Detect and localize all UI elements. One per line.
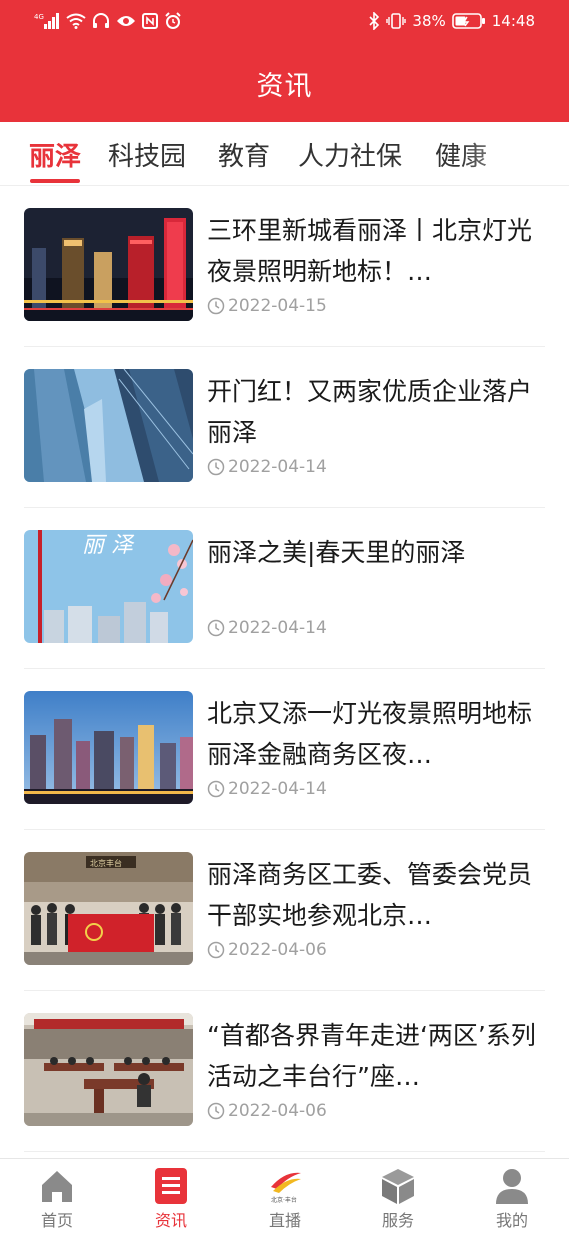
signal-icon: 4G xyxy=(34,12,60,30)
nfc-icon xyxy=(142,12,158,30)
category-tabs: 丽泽 科技园 教育 人力社保 健康 xyxy=(0,122,569,186)
nav-service-label: 服务 xyxy=(381,1211,414,1230)
nav-live[interactable]: 北京·丰台 直播 xyxy=(245,1167,325,1231)
eye-icon xyxy=(116,12,136,30)
cube-icon xyxy=(382,1169,414,1204)
city-dusk-icon xyxy=(24,691,193,804)
battery-percent: 38% xyxy=(412,12,446,30)
news-item[interactable]: 三环里新城看丽泽丨北京灯光夜景照明新地标！… 2022-04-15 xyxy=(24,186,545,347)
glass-towers-icon xyxy=(24,369,193,482)
news-item[interactable]: 开门红！又两家优质企业落户丽泽 2022-04-14 xyxy=(24,347,545,508)
page-title: 资讯 xyxy=(256,71,313,102)
home-icon xyxy=(42,1171,72,1202)
news-date: 2022-04-06 xyxy=(207,1101,327,1121)
tab-lize[interactable]: 丽泽 xyxy=(29,136,81,173)
news-title: 北京又添一灯光夜景照明地标 丽泽金融商务区夜… xyxy=(207,699,533,769)
clock-icon xyxy=(207,1102,225,1120)
top-bar: 4G 38% 14:48 资讯 xyxy=(0,0,569,122)
clock-icon xyxy=(207,458,225,476)
svg-text:4G: 4G xyxy=(34,13,44,21)
meeting-room-icon xyxy=(24,1013,193,1126)
spring-blossom-icon: 丽 泽 xyxy=(24,530,193,643)
vibrate-icon xyxy=(386,12,407,30)
clock-icon xyxy=(207,780,225,798)
nav-home[interactable]: 首页 xyxy=(17,1167,97,1231)
news-item[interactable]: “首都各界青年走进‘两区’系列活动之丰台行”座… 2022-04-06 xyxy=(24,991,545,1152)
clock-icon xyxy=(207,297,225,315)
tab-tech-park[interactable]: 科技园 xyxy=(108,136,186,173)
wifi-icon xyxy=(66,12,86,30)
nav-news[interactable]: 资讯 xyxy=(131,1167,211,1231)
thumb-banner-text: 北京丰台 xyxy=(90,858,122,868)
headphones-icon xyxy=(92,12,110,30)
tab-education[interactable]: 教育 xyxy=(218,136,270,173)
news-date: 2022-04-14 xyxy=(207,779,327,799)
city-night-icon xyxy=(24,208,193,321)
news-date-text: 2022-04-14 xyxy=(228,618,327,638)
news-list: 三环里新城看丽泽丨北京灯光夜景照明新地标！… 2022-04-15 开门红！又两… xyxy=(0,186,569,1152)
news-date-text: 2022-04-06 xyxy=(228,1101,327,1121)
group-photo-icon: 北京丰台 xyxy=(24,852,193,965)
status-left: 4G xyxy=(34,12,182,30)
news-icon xyxy=(155,1168,187,1204)
nav-news-label: 资讯 xyxy=(154,1211,187,1230)
clock-icon xyxy=(207,941,225,959)
news-title: 丽泽商务区工委、管委会党员干部实地参观北京… xyxy=(207,860,533,930)
tab-health[interactable]: 健康 xyxy=(435,136,487,173)
news-date: 2022-04-15 xyxy=(207,296,327,316)
clock-icon xyxy=(207,619,225,637)
nav-live-label: 直播 xyxy=(268,1211,301,1230)
nav-mine[interactable]: 我的 xyxy=(472,1167,552,1231)
news-date-text: 2022-04-15 xyxy=(228,296,327,316)
news-title: 三环里新城看丽泽丨北京灯光夜景照明新地标！… xyxy=(207,216,533,286)
status-bar: 4G 38% 14:48 xyxy=(0,0,569,44)
battery-icon xyxy=(451,12,486,30)
bottom-nav: 首页 资讯 北京·丰台 直播 服务 我的 xyxy=(0,1158,569,1233)
news-title: “首都各界青年走进‘两区’系列活动之丰台行”座… xyxy=(207,1021,536,1091)
thumb-calligraphy: 丽 泽 xyxy=(82,533,135,558)
news-date-text: 2022-04-14 xyxy=(228,779,327,799)
news-date-text: 2022-04-06 xyxy=(228,940,327,960)
active-tab-indicator xyxy=(30,179,80,183)
news-date-text: 2022-04-14 xyxy=(228,457,327,477)
app-root: 4G 38% 14:48 资讯 丽泽 科技园 教育 人力社保 健康 三环里新城看… xyxy=(0,0,569,1233)
news-item[interactable]: 丽 泽 丽泽之美|春天里的丽泽 2022-04-14 xyxy=(24,508,545,669)
live-logo-icon: 北京·丰台 xyxy=(271,1172,301,1204)
nav-home-label: 首页 xyxy=(40,1211,73,1230)
alarm-icon xyxy=(164,12,182,30)
nav-service[interactable]: 服务 xyxy=(358,1167,438,1231)
nav-mine-label: 我的 xyxy=(495,1211,528,1230)
news-date: 2022-04-06 xyxy=(207,940,327,960)
news-item[interactable]: 北京丰台 丽泽商务区工委、管委会党员干部实地参观北京… 2022-04-06 xyxy=(24,830,545,991)
live-logo-text: 北京·丰台 xyxy=(271,1196,297,1204)
clock-time: 14:48 xyxy=(491,12,535,30)
tab-hr-social-security[interactable]: 人力社保 xyxy=(298,136,402,173)
bluetooth-icon xyxy=(368,12,380,30)
status-right: 38% 14:48 xyxy=(368,12,535,30)
news-item[interactable]: 北京又添一灯光夜景照明地标 丽泽金融商务区夜… 2022-04-14 xyxy=(24,669,545,830)
news-title: 开门红！又两家优质企业落户丽泽 xyxy=(207,377,533,447)
profile-icon xyxy=(496,1169,528,1204)
news-title: 丽泽之美|春天里的丽泽 xyxy=(207,538,466,567)
news-date: 2022-04-14 xyxy=(207,457,327,477)
news-date: 2022-04-14 xyxy=(207,618,327,638)
